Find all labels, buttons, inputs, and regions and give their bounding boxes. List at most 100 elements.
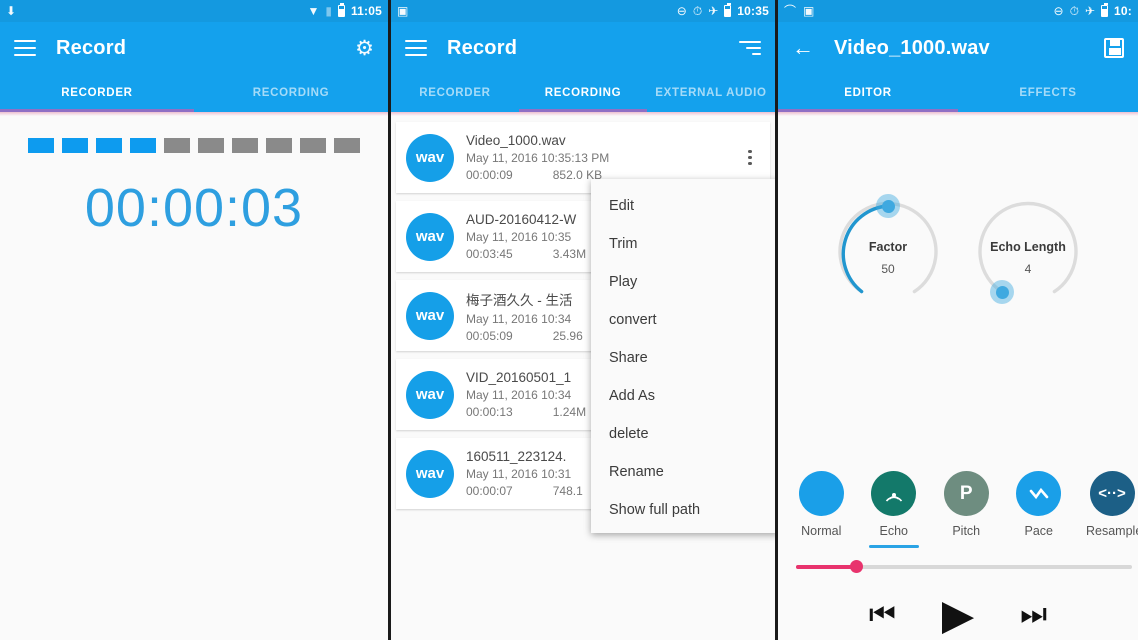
knob-label: Factor — [868, 240, 908, 254]
level-segment — [266, 138, 292, 153]
file-size: 748.1 — [552, 484, 583, 498]
level-meter — [0, 116, 388, 153]
panel-recorder: ⬇ ▼ ▮ 11:05 Record ⚙ RECORDER RECORDING — [0, 0, 388, 640]
page-title: Record — [56, 36, 127, 59]
status-bar-recording: ▣ ⊖ ⏱ ✈ 10:35 — [391, 0, 775, 22]
effect-label: Resample — [1086, 524, 1138, 538]
level-segment — [198, 138, 224, 153]
menu-item-add-as[interactable]: Add As — [591, 377, 775, 415]
overflow-menu-icon[interactable] — [740, 149, 760, 166]
knob-group: Factor 50 Echo Length 4 — [778, 116, 1138, 310]
wav-badge: wav — [406, 133, 454, 182]
hamburger-icon[interactable] — [405, 40, 427, 56]
screenshot-root: ⬇ ▼ ▮ 11:05 Record ⚙ RECORDER RECORDING — [0, 0, 1144, 640]
knob-label: Echo Length — [990, 240, 1066, 254]
level-segment — [96, 138, 122, 153]
level-segment — [62, 138, 88, 153]
tab-effects[interactable]: EFFECTS — [958, 74, 1138, 112]
knob-handle-factor[interactable] — [876, 194, 900, 218]
back-arrow-icon[interactable]: ← — [792, 37, 814, 59]
recording-list[interactable]: wav Video_1000.wav May 11, 2016 10:35:13… — [391, 116, 775, 640]
next-icon[interactable]: ⏭ — [1020, 600, 1047, 630]
download-icon: ⬇ — [6, 4, 17, 18]
status-bar-time: 10: — [1114, 4, 1132, 18]
file-duration: 00:03:45 — [466, 247, 513, 261]
sdcard-icon: ▣ — [397, 4, 409, 18]
status-bar-editor: ⌒ ▣ ⊖ ⏱ ✈ 10: — [778, 0, 1138, 22]
menu-item-share[interactable]: Share — [591, 339, 775, 377]
sort-icon[interactable] — [739, 41, 761, 55]
tab-recording[interactable]: RECORDING — [519, 74, 647, 112]
wav-badge: wav — [406, 291, 454, 340]
status-bar-right-icons: ▼ ▮ 11:05 — [307, 3, 382, 18]
file-name: Video_1000.wav — [466, 133, 566, 148]
toolbar-editor: ← Video_1000.wav — [778, 22, 1138, 74]
hamburger-icon[interactable] — [14, 40, 36, 56]
tab-recorder[interactable]: RECORDER — [0, 74, 194, 112]
pitch-p-icon: P — [943, 471, 989, 516]
tab-recording[interactable]: RECORDING — [194, 74, 388, 112]
tab-recorder[interactable]: RECORDER — [391, 74, 519, 112]
panel-recording-list: ▣ ⊖ ⏱ ✈ 10:35 Record RECORDER RECORDING … — [388, 0, 778, 640]
knob-value: 4 — [1024, 262, 1032, 276]
tab-editor[interactable]: EDITOR — [778, 74, 958, 112]
status-bar-left-icons: ▣ — [397, 5, 408, 17]
dnd-icon: ⊖ — [1053, 4, 1064, 18]
prev-icon[interactable]: ⏮ — [869, 600, 896, 630]
level-segment — [130, 138, 156, 153]
toolbar-recording: Record — [391, 22, 775, 74]
seek-bar[interactable] — [796, 560, 1132, 574]
menu-item-delete[interactable]: delete — [591, 415, 775, 453]
alarm-icon: ⏱ — [692, 4, 703, 18]
menu-item-play[interactable]: Play — [591, 263, 775, 301]
echo-wave-icon — [871, 471, 917, 516]
seek-thumb[interactable] — [850, 560, 864, 573]
level-segment — [28, 138, 54, 153]
file-duration: 00:00:13 — [466, 405, 513, 419]
file-size: 1.24M — [552, 405, 587, 419]
file-size: 3.43M — [552, 247, 587, 261]
knob-handle-echo-length[interactable] — [990, 280, 1014, 304]
effect-selected-indicator — [868, 545, 919, 548]
effect-label: Pitch — [952, 524, 981, 538]
effect-pace[interactable]: Pace — [1014, 471, 1065, 548]
seek-fill — [796, 565, 857, 569]
menu-item-convert[interactable]: convert — [591, 301, 775, 339]
resample-icon: <··> — [1089, 471, 1135, 516]
battery-icon — [1101, 3, 1109, 17]
battery-icon — [724, 3, 732, 17]
file-duration: 00:00:09 — [466, 168, 513, 182]
effect-pitch[interactable]: P Pitch — [941, 471, 992, 548]
level-segment — [334, 138, 360, 153]
effect-normal[interactable]: Normal — [796, 471, 847, 548]
dnd-icon: ⊖ — [676, 4, 687, 18]
tab-bar-editor: EDITOR EFFECTS — [778, 74, 1138, 112]
effect-resample[interactable]: <··> Resample — [1086, 471, 1138, 548]
gear-icon[interactable]: ⚙ — [355, 38, 374, 59]
effect-echo[interactable]: Echo — [868, 471, 919, 548]
menu-item-trim[interactable]: Trim — [591, 225, 775, 263]
menu-item-rename[interactable]: Rename — [591, 453, 775, 491]
alarm-icon: ⏱ — [1069, 4, 1079, 18]
wav-badge: wav — [406, 212, 454, 261]
signal-icon: ▮ — [325, 4, 332, 18]
airplane-icon: ✈ — [1084, 4, 1096, 18]
list-item-text: Video_1000.wav May 11, 2016 10:35:13 PM … — [466, 133, 740, 182]
status-bar-time: 10:35 — [737, 4, 769, 18]
knob-echo-length[interactable]: Echo Length 4 — [972, 198, 1084, 310]
play-icon[interactable]: ▶ — [942, 594, 974, 636]
menu-item-edit[interactable]: Edit — [591, 187, 775, 225]
tab-external-audio[interactable]: EXTERNAL AUDIO — [647, 74, 775, 112]
airplane-icon: ✈ — [708, 4, 719, 18]
file-date: May 11, 2016 10:35:13 PM — [466, 151, 610, 165]
file-duration: 00:00:07 — [466, 484, 513, 498]
page-title: Record — [447, 36, 518, 59]
level-segment — [164, 138, 190, 153]
file-duration: 00:05:09 — [466, 328, 513, 343]
save-icon[interactable] — [1104, 38, 1124, 58]
battery-icon — [337, 3, 345, 17]
context-menu[interactable]: Edit Trim Play convert Share Add As dele… — [591, 179, 775, 533]
status-bar-left-icons: ⬇ — [6, 5, 16, 17]
knob-factor[interactable]: Factor 50 — [832, 194, 944, 310]
menu-item-show-full-path[interactable]: Show full path — [591, 491, 775, 529]
